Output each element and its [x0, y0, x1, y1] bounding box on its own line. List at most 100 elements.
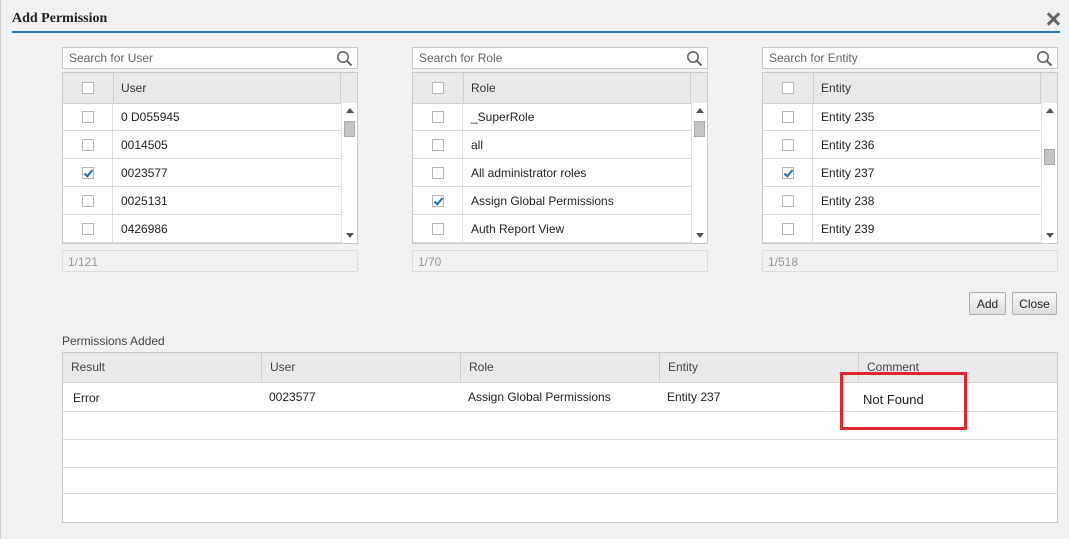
- row-checkbox[interactable]: [432, 111, 444, 123]
- list-item[interactable]: 0023577: [63, 159, 342, 187]
- row-checkbox[interactable]: [782, 111, 794, 123]
- list-item-label: Entity 236: [821, 138, 875, 152]
- role-column-header: Role: [471, 81, 496, 95]
- entity-count: 1/518: [762, 250, 1058, 272]
- list-item[interactable]: Entity 237: [763, 159, 1042, 187]
- column-header-entity[interactable]: Entity: [660, 353, 859, 382]
- dialog-title: Add Permission: [12, 11, 108, 26]
- list-item[interactable]: Entity 239: [763, 215, 1042, 243]
- table-row[interactable]: [63, 440, 1057, 468]
- column-header-role[interactable]: Role: [461, 353, 660, 382]
- scroll-down-icon[interactable]: [1046, 233, 1054, 238]
- list-item-label: 0426986: [121, 222, 168, 236]
- list-item-label: 0023577: [121, 166, 168, 180]
- row-checkbox[interactable]: [82, 195, 94, 207]
- row-checkbox[interactable]: [782, 223, 794, 235]
- add-permission-dialog: Add Permission User 0 D055945 0014505 00…: [0, 0, 1069, 539]
- role-cell: Assign Global Permissions: [468, 390, 611, 404]
- entity-list-header: Entity: [763, 73, 1057, 104]
- row-checkbox[interactable]: [782, 167, 794, 179]
- list-item[interactable]: 0426986: [63, 215, 342, 243]
- user-search-input[interactable]: [63, 48, 335, 68]
- user-list: User 0 D055945 0014505 0023577 0025131 0…: [62, 72, 358, 244]
- close-icon[interactable]: [1044, 10, 1062, 28]
- list-item-label: Assign Global Permissions: [471, 194, 614, 208]
- row-checkbox[interactable]: [82, 139, 94, 151]
- select-all-roles-checkbox[interactable]: [432, 82, 444, 94]
- close-button[interactable]: Close: [1012, 292, 1057, 315]
- add-button[interactable]: Add: [969, 292, 1006, 315]
- entity-column-header: Entity: [821, 81, 852, 95]
- user-list-header: User: [63, 73, 357, 104]
- entity-cell: Entity 237: [667, 390, 721, 404]
- title-divider: [12, 31, 1060, 33]
- row-checkbox[interactable]: [782, 139, 794, 151]
- table-row[interactable]: [63, 494, 1057, 522]
- list-item-label: all: [471, 138, 484, 152]
- permissions-added-title: Permissions Added: [62, 334, 165, 348]
- list-item[interactable]: Entity 236: [763, 131, 1042, 159]
- list-item-label: 0014505: [121, 138, 168, 152]
- role-search-input[interactable]: [413, 48, 685, 68]
- user-search-box: [62, 47, 358, 69]
- list-item-label: Entity 239: [821, 222, 875, 236]
- user-count: 1/121: [62, 250, 358, 272]
- scroll-up-icon[interactable]: [1046, 108, 1054, 113]
- select-all-users-checkbox[interactable]: [82, 82, 94, 94]
- list-item-label: _SuperRole: [471, 110, 535, 124]
- entity-search-input[interactable]: [763, 48, 1035, 68]
- result-cell: Error: [73, 391, 100, 405]
- search-icon[interactable]: [686, 50, 703, 67]
- role-search-box: [412, 47, 708, 69]
- list-item-label: Entity 237: [821, 166, 875, 180]
- search-icon[interactable]: [336, 50, 353, 67]
- entity-list: Entity Entity 235 Entity 236 Entity 237 …: [762, 72, 1058, 244]
- column-header-result[interactable]: Result: [63, 353, 262, 382]
- list-item[interactable]: Assign Global Permissions: [413, 187, 692, 215]
- list-item[interactable]: Entity 238: [763, 187, 1042, 215]
- list-item[interactable]: Auth Report View: [413, 215, 692, 243]
- row-checkbox[interactable]: [82, 111, 94, 123]
- search-icon[interactable]: [1036, 50, 1053, 67]
- table-row[interactable]: [63, 466, 1057, 494]
- row-checkbox[interactable]: [432, 223, 444, 235]
- list-item[interactable]: Entity 235: [763, 103, 1042, 131]
- list-item-label: Entity 235: [821, 110, 875, 124]
- list-item[interactable]: All administrator roles: [413, 159, 692, 187]
- list-item[interactable]: 0 D055945: [63, 103, 342, 131]
- row-checkbox[interactable]: [82, 223, 94, 235]
- list-item-label: 0 D055945: [121, 110, 180, 124]
- list-item-label: 0025131: [121, 194, 168, 208]
- list-item[interactable]: 0014505: [63, 131, 342, 159]
- select-all-entities-checkbox[interactable]: [782, 82, 794, 94]
- list-item[interactable]: _SuperRole: [413, 103, 692, 131]
- row-checkbox[interactable]: [782, 195, 794, 207]
- scroll-thumb[interactable]: [694, 121, 705, 137]
- scroll-down-icon[interactable]: [696, 233, 704, 238]
- role-list-scrollbar[interactable]: [691, 103, 707, 243]
- role-list: Role _SuperRole all All administrator ro…: [412, 72, 708, 244]
- user-cell: 0023577: [269, 390, 316, 404]
- scroll-thumb[interactable]: [344, 121, 355, 137]
- list-item-label: All administrator roles: [471, 166, 587, 180]
- column-header-user[interactable]: User: [262, 353, 461, 382]
- row-checkbox[interactable]: [432, 139, 444, 151]
- comment-highlight-box: [840, 372, 967, 430]
- scroll-up-icon[interactable]: [346, 108, 354, 113]
- list-item[interactable]: 0025131: [63, 187, 342, 215]
- scroll-down-icon[interactable]: [346, 233, 354, 238]
- entity-search-box: [762, 47, 1058, 69]
- row-checkbox[interactable]: [432, 195, 444, 207]
- user-list-scrollbar[interactable]: [341, 103, 357, 243]
- role-list-header: Role: [413, 73, 707, 104]
- list-item-label: Entity 238: [821, 194, 875, 208]
- list-item-label: Auth Report View: [471, 222, 565, 236]
- user-column-header: User: [121, 81, 147, 95]
- scroll-up-icon[interactable]: [696, 108, 704, 113]
- entity-list-scrollbar[interactable]: [1041, 103, 1057, 243]
- row-checkbox[interactable]: [432, 167, 444, 179]
- scroll-thumb[interactable]: [1044, 149, 1055, 165]
- row-checkbox[interactable]: [82, 167, 94, 179]
- role-count: 1/70: [412, 250, 708, 272]
- list-item[interactable]: all: [413, 131, 692, 159]
